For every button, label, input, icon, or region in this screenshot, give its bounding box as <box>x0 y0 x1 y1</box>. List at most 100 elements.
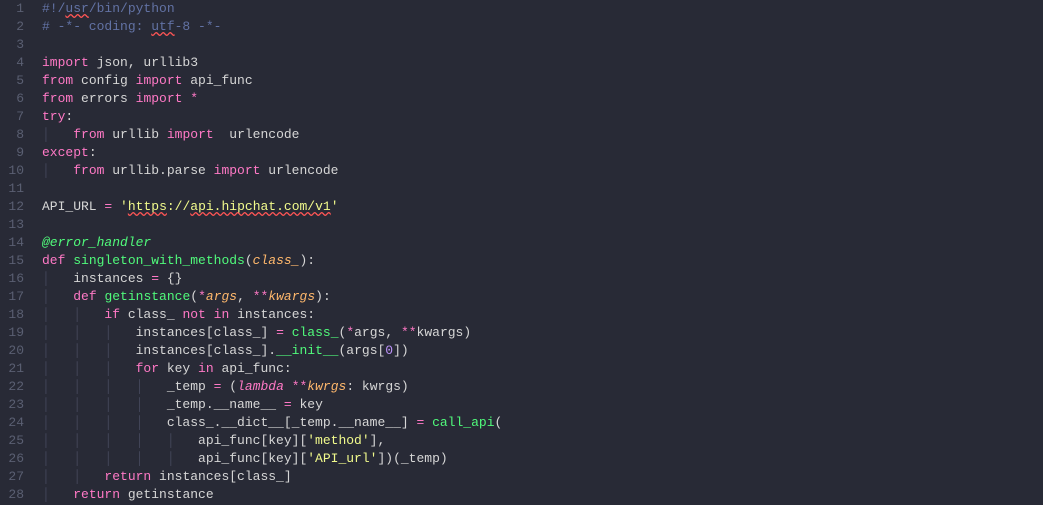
code-token: instances[class_]. <box>136 343 276 358</box>
code-token: key <box>159 361 198 376</box>
code-line[interactable]: def singleton_with_methods(class_): <box>42 252 1039 270</box>
code-token: * <box>346 325 354 340</box>
code-line[interactable]: │ │ │ instances[class_] = class_(*args, … <box>42 324 1039 342</box>
code-line[interactable] <box>42 36 1039 54</box>
code-token: │ <box>42 271 73 286</box>
code-token: API_URL <box>42 199 104 214</box>
code-text-area[interactable]: #!/usr/bin/python# -*- coding: utf-8 -*-… <box>38 0 1043 505</box>
code-token: call_api <box>432 415 494 430</box>
code-token: instances: <box>229 307 315 322</box>
code-line[interactable]: │ │ │ │ │ api_func[key]['method'], <box>42 432 1039 450</box>
code-token: │ │ │ │ <box>42 415 167 430</box>
code-token: {} <box>159 271 182 286</box>
code-token: return <box>73 487 120 502</box>
code-token: import <box>214 163 261 178</box>
code-line[interactable]: import json, urllib3 <box>42 54 1039 72</box>
code-line[interactable]: │ │ │ │ _temp = (lambda **kwrgs: kwrgs) <box>42 378 1039 396</box>
code-line[interactable]: from errors import * <box>42 90 1039 108</box>
code-token: import <box>167 127 214 142</box>
code-line[interactable]: │ from urllib.parse import urlencode <box>42 162 1039 180</box>
code-token: │ <box>42 127 73 142</box>
code-token: config <box>73 73 135 88</box>
code-editor[interactable]: 1234567891011121314151617181920212223242… <box>0 0 1043 505</box>
line-number: 19 <box>8 324 24 342</box>
code-token: api_func <box>182 73 252 88</box>
code-token <box>112 199 120 214</box>
line-number: 16 <box>8 270 24 288</box>
code-token: kwargs <box>268 289 315 304</box>
line-number: 20 <box>8 342 24 360</box>
code-token <box>206 307 214 322</box>
code-token: _temp.__name__ <box>167 397 284 412</box>
line-number: 6 <box>8 90 24 108</box>
line-number: 28 <box>8 486 24 504</box>
code-token <box>284 379 292 394</box>
code-token: api_func[key][ <box>198 451 307 466</box>
code-line[interactable] <box>42 216 1039 234</box>
code-token: │ <box>42 289 73 304</box>
code-token: * <box>190 91 198 106</box>
code-token: ( <box>190 289 198 304</box>
code-token: ]) <box>393 343 409 358</box>
code-line[interactable]: │ │ │ instances[class_].__init__(args[0]… <box>42 342 1039 360</box>
code-token: │ │ │ <box>42 325 136 340</box>
code-token <box>424 415 432 430</box>
code-token: class_ <box>120 307 182 322</box>
code-token: │ │ │ <box>42 343 136 358</box>
code-token: __init__ <box>276 343 338 358</box>
line-number: 12 <box>8 198 24 216</box>
code-token: import <box>42 55 89 70</box>
code-line[interactable]: │ def getinstance(*args, **kwargs): <box>42 288 1039 306</box>
code-token: /bin/python <box>89 1 175 16</box>
code-line[interactable] <box>42 180 1039 198</box>
line-number: 9 <box>8 144 24 162</box>
code-token: class_.__dict__[_temp.__name__] <box>167 415 417 430</box>
code-line[interactable]: │ │ return instances[class_] <box>42 468 1039 486</box>
code-token: urllib <box>104 127 166 142</box>
code-line[interactable]: │ instances = {} <box>42 270 1039 288</box>
code-line[interactable]: API_URL = 'https://api.hipchat.com/v1' <box>42 198 1039 216</box>
line-number: 10 <box>8 162 24 180</box>
code-token: json, urllib3 <box>89 55 198 70</box>
code-line[interactable]: │ │ │ │ │ api_func[key]['API_url'])(_tem… <box>42 450 1039 468</box>
code-token: urllib.parse <box>104 163 213 178</box>
line-number: 13 <box>8 216 24 234</box>
code-line[interactable]: │ │ if class_ not in instances: <box>42 306 1039 324</box>
code-line[interactable]: │ │ │ │ class_.__dict__[_temp.__name__] … <box>42 414 1039 432</box>
code-token: https <box>128 199 167 214</box>
code-token: from <box>42 73 73 88</box>
code-token: from <box>73 127 104 142</box>
code-token: ])(_temp) <box>377 451 447 466</box>
code-token: class_ <box>253 253 300 268</box>
code-token: return <box>104 469 151 484</box>
code-line[interactable]: #!/usr/bin/python <box>42 0 1039 18</box>
code-line[interactable]: │ │ │ for key in api_func: <box>42 360 1039 378</box>
code-token: ( <box>495 415 503 430</box>
code-line[interactable]: # -*- coding: utf-8 -*- <box>42 18 1039 36</box>
code-token: │ <box>42 487 73 502</box>
code-token: def <box>73 289 96 304</box>
code-token: usr <box>65 1 88 16</box>
code-line[interactable]: try: <box>42 108 1039 126</box>
code-token: #!/ <box>42 1 65 16</box>
code-token: │ │ │ <box>42 361 136 376</box>
line-number: 1 <box>8 0 24 18</box>
line-number: 21 <box>8 360 24 378</box>
line-number: 3 <box>8 36 24 54</box>
line-number: 24 <box>8 414 24 432</box>
code-token: ** <box>292 379 308 394</box>
code-line[interactable]: @error_handler <box>42 234 1039 252</box>
line-number: 27 <box>8 468 24 486</box>
code-line[interactable]: │ from urllib import urlencode <box>42 126 1039 144</box>
code-token: 0 <box>385 343 393 358</box>
code-line[interactable]: from config import api_func <box>42 72 1039 90</box>
code-token: : <box>89 145 97 160</box>
code-line[interactable]: except: <box>42 144 1039 162</box>
line-number: 7 <box>8 108 24 126</box>
code-token: if <box>104 307 120 322</box>
code-line[interactable]: │ │ │ │ _temp.__name__ = key <box>42 396 1039 414</box>
code-token: (args[ <box>338 343 385 358</box>
code-token: -8 -*- <box>175 19 222 34</box>
code-line[interactable]: │ return getinstance <box>42 486 1039 504</box>
line-number: 18 <box>8 306 24 324</box>
